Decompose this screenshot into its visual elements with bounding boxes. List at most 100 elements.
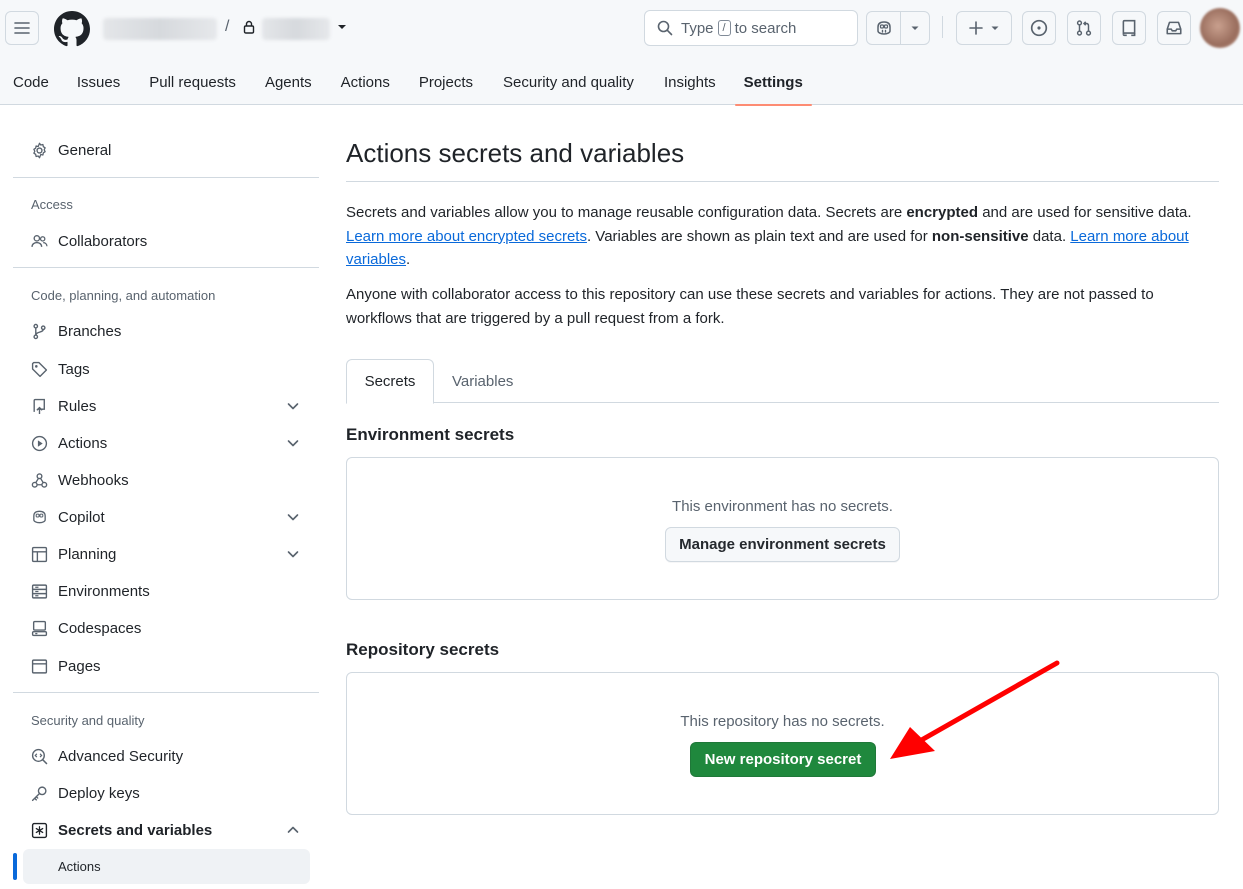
owner-name-redacted[interactable] (103, 18, 217, 40)
search-placeholder-suffix: to search (734, 19, 797, 37)
intro-emphasis: non-sensitive (931, 227, 1029, 245)
sidebar-item-general[interactable]: General (23, 134, 310, 166)
sidebar-item-label: Branches (58, 322, 122, 340)
pull-requests-button[interactable] (1067, 11, 1101, 45)
tab-pull-requests[interactable]: Pull requests (149, 60, 236, 105)
repo-icon (1122, 19, 1136, 37)
sidebar-subitem-label: Actions (58, 859, 101, 874)
intro-text: and are used for sensitive data. (978, 204, 1192, 221)
github-logo-icon[interactable] (54, 11, 90, 47)
tab-insights[interactable]: Insights (664, 60, 716, 105)
inbox-button[interactable] (1157, 11, 1191, 45)
sidebar-item-label: Codespaces (58, 619, 142, 637)
key-icon (30, 784, 48, 802)
user-avatar[interactable] (1200, 8, 1240, 48)
repo-name-redacted[interactable] (262, 18, 330, 40)
sidebar-item-webhooks[interactable]: Webhooks (23, 464, 310, 496)
intro-text: data. (1028, 227, 1071, 245)
sidebar-item-rules[interactable]: Rules (23, 390, 310, 422)
sidebar-item-advanced-security[interactable]: Advanced Security (23, 740, 310, 772)
browser-icon (30, 657, 48, 675)
sidebar-item-tags[interactable]: Tags (23, 353, 310, 385)
chevron-down-icon[interactable] (286, 547, 300, 561)
search-placeholder-prefix: Type (681, 19, 714, 37)
table-icon (30, 545, 48, 563)
copilot-icon (876, 21, 891, 35)
plus-icon (969, 21, 983, 35)
annotation-arrow-icon (890, 660, 1060, 759)
copilot-icon (30, 508, 48, 526)
tab-code[interactable]: Code (13, 60, 49, 105)
copilot-menu-button[interactable] (901, 12, 929, 44)
tab-agents[interactable]: Agents (265, 60, 312, 105)
active-item-indicator (13, 853, 17, 880)
search-input[interactable]: Type / to search (644, 10, 858, 46)
codespaces-icon (30, 619, 48, 637)
copilot-button-group (866, 11, 930, 45)
sidebar-item-label: General (58, 141, 112, 159)
sidebar-divider (13, 267, 319, 268)
sidebar-item-planning[interactable]: Planning (23, 538, 310, 570)
chevron-up-icon[interactable] (286, 823, 300, 837)
tab-security-and-quality[interactable]: Security and quality (503, 60, 634, 105)
sidebar-item-label: Planning (58, 545, 117, 563)
sidebar-item-collaborators[interactable]: Collaborators (23, 225, 310, 257)
sidebar-heading-security-and-quality: Security and quality (31, 713, 145, 728)
webhook-icon (30, 471, 48, 489)
environment-secrets-heading: Environment secrets (346, 425, 515, 444)
repository-secrets-heading: Repository secrets (346, 640, 500, 659)
repo-nav-tabs: Code Issues Pull requests Agents Actions… (0, 60, 813, 106)
sidebar-item-pages[interactable]: Pages (23, 650, 310, 682)
people-icon (30, 232, 48, 250)
sidebar-item-label: Secrets and variables (58, 821, 213, 839)
tab-projects[interactable]: Projects (419, 60, 473, 105)
sidebar-item-environments[interactable]: Environments (23, 575, 310, 607)
sidebar-item-label: Webhooks (58, 471, 129, 489)
tab-settings[interactable]: Settings (734, 60, 813, 106)
intro-text: . (406, 251, 411, 268)
chevron-down-icon[interactable] (286, 436, 300, 450)
caret-down-icon[interactable] (336, 21, 348, 33)
new-repository-secret-button[interactable]: New repository secret (690, 742, 876, 777)
tab-secrets[interactable]: Secrets (346, 359, 434, 404)
sidebar-item-actions[interactable]: Actions (23, 427, 310, 459)
tab-variables[interactable]: Variables (452, 359, 513, 403)
sidebar-item-label: Advanced Security (58, 747, 184, 765)
sidebar-item-secrets-and-variables[interactable]: Secrets and variables (23, 814, 310, 846)
tag-icon (30, 360, 48, 378)
create-new-button[interactable] (956, 11, 1012, 45)
intro-paragraph: Secrets and variables allow you to manag… (346, 201, 1221, 272)
git-pull-request-icon (1076, 20, 1092, 36)
repository-secrets-box: This repository has no secrets. New repo… (346, 672, 1219, 815)
empty-state-message: This repository has no secrets. (680, 713, 885, 730)
lock-icon (243, 20, 255, 34)
issues-button[interactable] (1022, 11, 1056, 45)
sidebar-subitem-actions[interactable]: Actions (23, 849, 310, 884)
hamburger-icon (14, 22, 30, 34)
sidebar-item-codespaces[interactable]: Codespaces (23, 612, 310, 644)
chevron-down-icon[interactable] (286, 399, 300, 413)
search-icon (657, 20, 673, 36)
caret-down-icon (991, 26, 999, 30)
tab-actions[interactable]: Actions (341, 60, 390, 105)
git-branch-icon (30, 322, 48, 340)
chevron-down-icon[interactable] (286, 510, 300, 524)
sidebar-item-label: Actions (58, 434, 108, 452)
sidebar-item-branches[interactable]: Branches (23, 315, 310, 347)
repositories-button[interactable] (1112, 11, 1146, 45)
hamburger-menu-button[interactable] (5, 11, 39, 45)
learn-more-secrets-link[interactable]: Learn more about encrypted secrets (346, 228, 587, 245)
copilot-button[interactable] (867, 12, 901, 44)
sidebar-item-deploy-keys[interactable]: Deploy keys (23, 777, 310, 809)
issue-opened-icon (1030, 19, 1048, 37)
tab-issues[interactable]: Issues (77, 60, 120, 105)
asterisk-icon (30, 821, 48, 839)
sidebar-heading-code-planning-automation: Code, planning, and automation (31, 288, 216, 303)
sidebar-item-label: Tags (58, 360, 90, 378)
server-icon (30, 582, 48, 600)
manage-environment-secrets-button[interactable]: Manage environment secrets (665, 527, 900, 562)
breadcrumb-separator: / (225, 18, 230, 35)
play-icon (30, 434, 48, 452)
sidebar-item-label: Environments (58, 582, 150, 600)
sidebar-item-copilot[interactable]: Copilot (23, 501, 310, 533)
